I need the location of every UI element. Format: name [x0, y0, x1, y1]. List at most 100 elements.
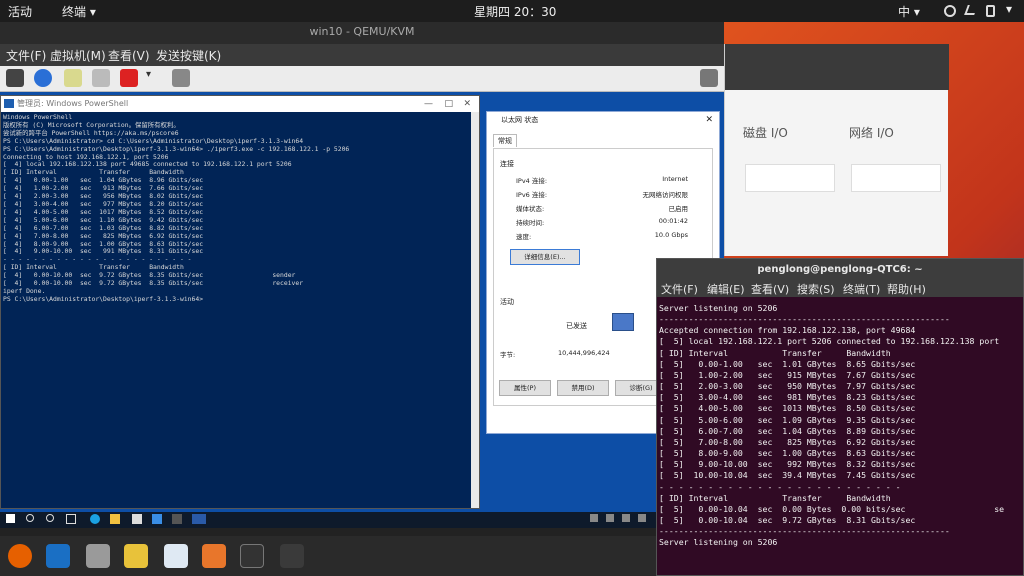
- terminal-title: penglong@penglong-QTC6: ~: [657, 259, 1023, 281]
- windows-taskbar: [0, 512, 656, 528]
- files-icon[interactable]: [86, 544, 110, 568]
- terminal-output[interactable]: Server listening on 5206 ----------------…: [657, 301, 1024, 576]
- activity-header: 活动: [500, 298, 514, 306]
- software-center-icon[interactable]: [202, 544, 226, 568]
- menu-help[interactable]: 帮助(H): [887, 281, 926, 297]
- activities-button[interactable]: 活动: [8, 3, 32, 20]
- qemu-statusbar: [0, 528, 656, 536]
- qemu-window-title: win10 - QEMU/KVM: [0, 22, 724, 44]
- store-icon[interactable]: [132, 514, 142, 524]
- term-line: Server listening on 5206: [659, 303, 778, 313]
- term-line: [ 5] 8.00-9.00 sec 1.00 GBytes 8.63 Gbit…: [659, 448, 916, 459]
- ipv4-label: IPv4 连接:: [516, 177, 548, 185]
- menu-file[interactable]: 文件(F): [6, 47, 46, 64]
- minimize-button[interactable]: —: [424, 96, 433, 112]
- cortana-icon[interactable]: [46, 514, 54, 522]
- info-icon[interactable]: [34, 69, 52, 87]
- powershell-icon: [4, 99, 14, 108]
- menu-vm[interactable]: 虚拟机(M): [50, 47, 106, 64]
- ipv6-label: IPv6 连接:: [516, 191, 548, 199]
- network-computers-icon: [612, 313, 634, 331]
- tray-icon[interactable]: [590, 514, 598, 522]
- term-line: Server listening on 5206: [659, 537, 778, 548]
- close-icon[interactable]: ✕: [705, 112, 713, 128]
- tab-network-io[interactable]: 网络 I/O: [849, 124, 894, 141]
- ubuntu-dock: [0, 536, 656, 576]
- menu-view[interactable]: 查看(V): [751, 281, 789, 297]
- thunderbird-icon[interactable]: [46, 544, 70, 568]
- powershell-taskbar-icon[interactable]: [192, 514, 206, 524]
- tab-disk-io[interactable]: 磁盘 I/O: [743, 124, 788, 141]
- term-line: [ 5] 3.00-4.00 sec 981 MBytes 8.23 Gbits…: [659, 392, 916, 403]
- menu-view[interactable]: 查看(V): [108, 47, 150, 64]
- media-state-value: 已启用: [668, 205, 689, 213]
- qemu-toolbar: ▾: [0, 66, 724, 92]
- properties-button[interactable]: 属性(P): [499, 380, 551, 396]
- fullscreen-icon[interactable]: [700, 69, 718, 87]
- connection-header: 连接: [500, 160, 514, 168]
- firefox-icon[interactable]: [8, 544, 32, 568]
- rhythmbox-icon[interactable]: [124, 544, 148, 568]
- powershell-output[interactable]: Windows PowerShell 版权所有 (C) Microsoft Cor…: [1, 112, 473, 508]
- menu-terminal[interactable]: 终端(T): [843, 281, 880, 297]
- terminal-menu-bar: 文件(F) 编辑(E) 查看(V) 搜索(S) 终端(T) 帮助(H): [657, 281, 1023, 297]
- pause-icon[interactable]: [92, 69, 110, 87]
- network-graph: [851, 164, 941, 192]
- snapshot-icon[interactable]: [172, 69, 190, 87]
- control-panel-icon[interactable]: [152, 514, 162, 524]
- tray-icon[interactable]: [638, 514, 646, 522]
- system-monitor-icon[interactable]: [280, 544, 304, 568]
- system-monitor-window: 磁盘 I/O 网络 I/O: [724, 44, 949, 256]
- tab-general[interactable]: 常规: [493, 134, 517, 147]
- menu-edit[interactable]: 编辑(E): [707, 281, 745, 297]
- powershell-window: 管理员: Windows PowerShell — □ ✕ Windows Po…: [0, 95, 480, 509]
- sent-label: 已发送: [566, 322, 587, 330]
- app-menu[interactable]: 终端 ▾: [62, 3, 96, 20]
- term-line: [ 5] 5.00-6.00 sec 1.09 GBytes 9.35 Gbit…: [659, 414, 916, 425]
- task-view-icon[interactable]: [66, 514, 76, 524]
- search-icon[interactable]: [26, 514, 34, 522]
- term-line: [ 5] 0.00-1.00 sec 1.01 GBytes 8.65 Gbit…: [659, 358, 916, 369]
- speed-value: 10.0 Gbps: [654, 231, 688, 239]
- input-method-menu[interactable]: 中 ▾: [898, 3, 920, 20]
- disable-button[interactable]: 禁用(D): [557, 380, 609, 396]
- duration-label: 持续时间:: [516, 219, 545, 227]
- term-line: [ 5] 6.00-7.00 sec 1.04 GBytes 8.89 Gbit…: [659, 425, 916, 436]
- writer-icon[interactable]: [164, 544, 188, 568]
- network-settings-icon[interactable]: [172, 514, 182, 524]
- ethernet-status-titlebar: 以太网 状态 ✕: [487, 112, 719, 128]
- term-line: [ 5] 2.00-3.00 sec 950 MBytes 7.97 Gbits…: [659, 381, 916, 392]
- ps-line: [ 4] 0.00-10.00 sec 9.72 GBytes 8.35 Gbi…: [3, 279, 304, 288]
- windows-start-icon[interactable]: [6, 514, 15, 523]
- tray-icon[interactable]: [606, 514, 614, 522]
- shutdown-menu-icon[interactable]: ▾: [146, 69, 156, 87]
- power-menu-icon[interactable]: ▾: [1006, 2, 1012, 16]
- ubuntu-terminal-window: penglong@penglong-QTC6: ~ 文件(F) 编辑(E) 查看…: [656, 258, 1024, 576]
- menu-sendkey[interactable]: 发送按键(K): [156, 47, 221, 64]
- accessibility-icon[interactable]: [944, 5, 956, 17]
- powershell-title: 管理员: Windows PowerShell: [17, 99, 129, 108]
- edge-icon[interactable]: [90, 514, 100, 524]
- ubuntu-top-bar: 活动 终端 ▾ 星期四 20：30 中 ▾ ▾: [0, 0, 1024, 22]
- menu-search[interactable]: 搜索(S): [797, 281, 835, 297]
- maximize-button[interactable]: □: [444, 96, 453, 112]
- shutdown-icon[interactable]: [120, 69, 138, 87]
- powershell-scrollbar[interactable]: [471, 112, 479, 508]
- terminal-icon[interactable]: [240, 544, 264, 568]
- file-explorer-icon[interactable]: [110, 514, 120, 524]
- run-icon[interactable]: [64, 69, 82, 87]
- volume-icon[interactable]: [964, 5, 978, 15]
- duration-value: 00:01:42: [658, 217, 688, 225]
- tray-icon[interactable]: [622, 514, 630, 522]
- battery-icon[interactable]: [986, 5, 995, 17]
- bytes-sent-value: 10,444,996,424: [558, 349, 610, 357]
- clock[interactable]: 星期四 20：30: [474, 3, 556, 20]
- close-button[interactable]: ✕: [463, 96, 471, 112]
- details-button[interactable]: 详细信息(E)...: [510, 249, 580, 265]
- term-line: Accepted connection from 192.168.122.138…: [659, 325, 916, 336]
- console-icon[interactable]: [6, 69, 24, 87]
- term-line: - - - - - - - - - - - - - - - - - - - - …: [659, 481, 901, 492]
- term-line: [ 5] 7.00-8.00 sec 825 MBytes 6.92 Gbits…: [659, 436, 916, 447]
- term-line: [ 5] 0.00-10.04 sec 9.72 GBytes 8.31 Gbi…: [659, 514, 916, 525]
- menu-file[interactable]: 文件(F): [661, 281, 698, 297]
